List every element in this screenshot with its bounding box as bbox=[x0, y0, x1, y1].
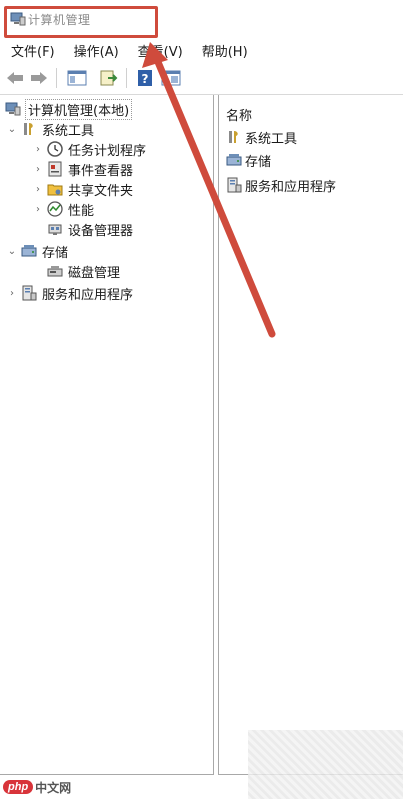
performance-icon bbox=[46, 201, 64, 217]
tree-item-device-manager[interactable]: 设备管理器 bbox=[44, 219, 133, 239]
tree-label: 共享文件夹 bbox=[68, 183, 134, 199]
chevron-right-icon[interactable]: › bbox=[32, 204, 44, 215]
tree-label: 磁盘管理 bbox=[68, 265, 121, 281]
export-list-icon[interactable] bbox=[98, 68, 120, 88]
chevron-right-icon[interactable]: › bbox=[32, 144, 44, 155]
blurred-region bbox=[248, 730, 403, 799]
storage-icon bbox=[20, 243, 38, 259]
watermark: php 中文网 bbox=[3, 776, 71, 798]
menu-view[interactable]: 查看(V) bbox=[127, 41, 183, 60]
console-tree-pane: 计算机管理(本地) ⌄ 系统工具 › 任务计划程序 › 事件查看器 › 共享文件… bbox=[0, 95, 214, 775]
tree-label: 服务和应用程序 bbox=[42, 287, 134, 303]
tree-item-disk-management[interactable]: 磁盘管理 bbox=[44, 261, 120, 281]
console-tree-icon[interactable] bbox=[66, 68, 88, 88]
disk-management-icon bbox=[46, 263, 64, 279]
chevron-right-icon[interactable]: › bbox=[32, 184, 44, 195]
chevron-right-icon[interactable]: › bbox=[6, 288, 18, 299]
menu-bar: 文件(F) 操作(A) 查看(V) 帮助(H) bbox=[0, 38, 403, 62]
services-icon bbox=[20, 285, 38, 301]
chevron-down-icon[interactable]: ⌄ bbox=[6, 246, 18, 257]
tree-label: 性能 bbox=[68, 203, 95, 219]
menu-help[interactable]: 帮助(H) bbox=[191, 41, 248, 60]
tree-item-root[interactable]: 计算机管理(本地) bbox=[2, 98, 133, 120]
list-item-label: 服务和应用程序 bbox=[245, 179, 337, 195]
forward-arrow-icon[interactable] bbox=[28, 68, 50, 88]
event-viewer-icon bbox=[46, 161, 64, 177]
tree-item-task-scheduler[interactable]: › 任务计划程序 bbox=[32, 139, 146, 159]
services-icon bbox=[225, 177, 243, 193]
toolbar: ? bbox=[0, 62, 403, 95]
tree-label: 任务计划程序 bbox=[68, 143, 147, 159]
tools-icon bbox=[20, 121, 38, 137]
chevron-down-icon[interactable]: ⌄ bbox=[6, 124, 18, 135]
php-logo: php bbox=[3, 780, 34, 794]
column-header-name[interactable]: 名称 bbox=[226, 105, 252, 124]
device-manager-icon bbox=[46, 221, 64, 237]
annotation-highlight-box bbox=[4, 6, 158, 38]
menu-action[interactable]: 操作(A) bbox=[63, 41, 119, 60]
list-item[interactable]: 系统工具 bbox=[225, 127, 297, 147]
list-item[interactable]: 服务和应用程序 bbox=[225, 175, 336, 195]
list-item-label: 系统工具 bbox=[245, 131, 298, 147]
tree-label: 设备管理器 bbox=[68, 223, 134, 239]
watermark-text: 中文网 bbox=[35, 780, 72, 795]
back-arrow-icon[interactable] bbox=[4, 68, 26, 88]
chevron-right-icon[interactable]: › bbox=[32, 164, 44, 175]
list-item[interactable]: 存储 bbox=[225, 150, 271, 170]
tree-label: 计算机管理(本地) bbox=[24, 98, 133, 120]
tree-item-system-tools[interactable]: ⌄ 系统工具 bbox=[6, 119, 94, 139]
toolbar-separator bbox=[56, 68, 57, 88]
list-item-label: 存储 bbox=[245, 154, 272, 170]
tree-item-shared-folders[interactable]: › 共享文件夹 bbox=[32, 179, 133, 199]
tree-item-storage[interactable]: ⌄ 存储 bbox=[6, 241, 68, 261]
computer-management-icon bbox=[4, 101, 22, 117]
clock-icon bbox=[46, 141, 64, 157]
tree-label: 系统工具 bbox=[42, 123, 95, 139]
toolbar-separator bbox=[126, 68, 127, 88]
menu-file[interactable]: 文件(F) bbox=[0, 41, 55, 60]
help-icon[interactable]: ? bbox=[134, 68, 156, 88]
shared-folder-icon bbox=[46, 181, 64, 197]
svg-text:?: ? bbox=[142, 72, 149, 86]
storage-icon bbox=[225, 152, 243, 168]
tree-item-event-viewer[interactable]: › 事件查看器 bbox=[32, 159, 133, 179]
tree-item-services-apps[interactable]: › 服务和应用程序 bbox=[6, 283, 133, 303]
properties-icon[interactable] bbox=[160, 68, 182, 88]
tree-label: 事件查看器 bbox=[68, 163, 134, 179]
tools-icon bbox=[225, 129, 243, 145]
list-view-pane: 名称 系统工具 存储 服务和应用程序 bbox=[218, 95, 403, 775]
tree-label: 存储 bbox=[42, 245, 69, 261]
tree-item-performance[interactable]: › 性能 bbox=[32, 199, 94, 219]
